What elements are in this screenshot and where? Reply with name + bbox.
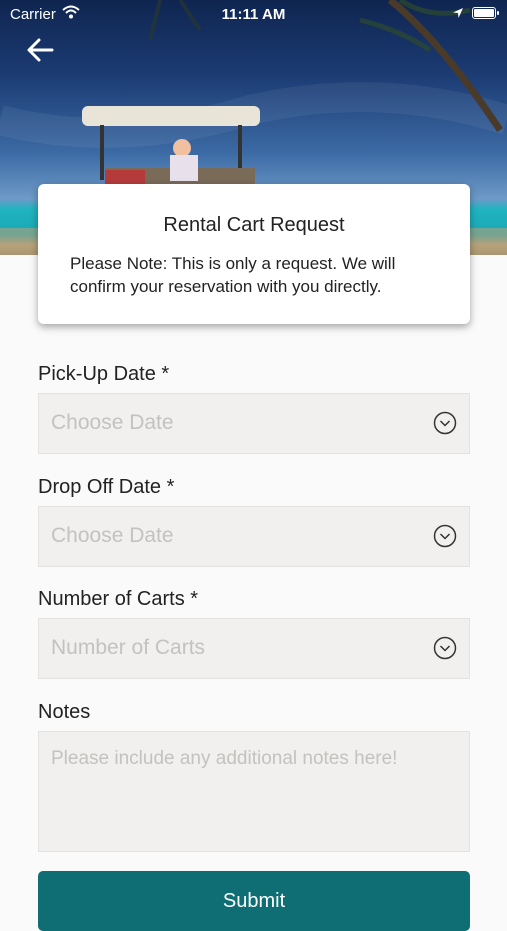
submit-button[interactable]: Submit — [38, 871, 470, 931]
carts-select[interactable]: Number of Carts — [38, 618, 470, 679]
location-icon — [453, 8, 463, 18]
carts-placeholder: Number of Carts — [51, 636, 206, 659]
chevron-down-icon — [433, 524, 457, 548]
pickup-date-field[interactable]: Choose Date — [38, 393, 470, 454]
battery-icon — [472, 7, 499, 19]
chevron-down-icon — [433, 636, 457, 660]
dropoff-date-label: Drop Off Date * — [38, 476, 175, 498]
clock: 11:11 AM — [221, 6, 286, 23]
pickup-date-label: Pick-Up Date * — [38, 363, 170, 385]
page-title: Rental Cart Request — [163, 214, 345, 236]
notes-placeholder: Please include any additional notes here… — [51, 748, 398, 769]
dropoff-date-field[interactable]: Choose Date — [38, 506, 470, 567]
back-arrow-icon[interactable] — [26, 36, 56, 64]
notice-text: Please Note: This is only a request. We … — [70, 254, 396, 296]
notes-textarea[interactable]: Please include any additional notes here… — [38, 731, 470, 852]
chevron-down-icon — [433, 411, 457, 435]
notes-label: Notes — [38, 701, 91, 723]
notice-card: Rental Cart Request Please Note: This is… — [38, 184, 470, 324]
status-bar: Carrier 11:11 AM — [0, 0, 507, 28]
pickup-date-placeholder: Choose Date — [51, 411, 174, 434]
carts-label: Number of Carts * — [38, 588, 199, 610]
dropoff-date-placeholder: Choose Date — [51, 524, 174, 547]
